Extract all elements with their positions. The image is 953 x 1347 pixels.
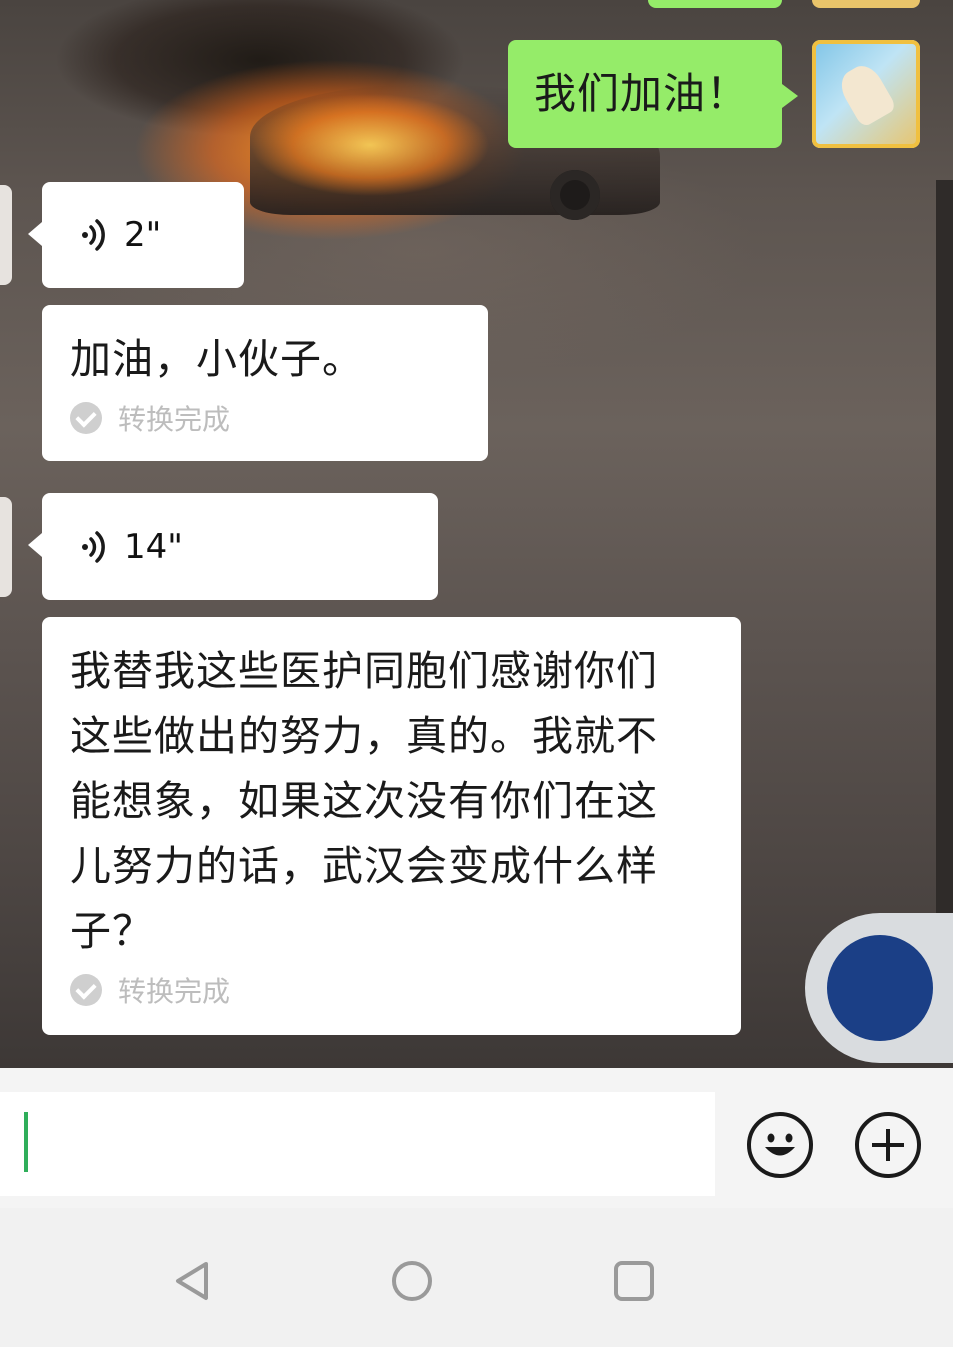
sent-message-text: 我们加油！: [534, 69, 750, 118]
voice-message-bubble[interactable]: 14": [28, 493, 438, 600]
conversion-status: 转换完成: [70, 970, 741, 1010]
more-button[interactable]: [855, 1112, 921, 1178]
home-circle-icon[interactable]: [389, 1258, 435, 1304]
voice-message-bubble[interactable]: 2": [28, 182, 244, 288]
recents-square-icon[interactable]: [611, 1258, 657, 1304]
transcript-bubble[interactable]: 我替我这些医护同胞们感谢你们 这些做出的努力，真的。我就不 能想象，如果这次没有…: [42, 617, 741, 1035]
voice-duration: 2": [124, 215, 162, 255]
voice-duration: 14": [124, 526, 183, 567]
back-triangle-icon[interactable]: [170, 1258, 216, 1304]
voice-wave-icon: [82, 530, 105, 563]
emoji-icon: [765, 1133, 795, 1156]
message-input[interactable]: [0, 1092, 715, 1196]
chat-area: 我们加油！ 2" 加油，小伙子。 转换完成 14" 我替我这些医护同胞们感谢你们…: [0, 0, 953, 1068]
check-circle-icon: [70, 402, 102, 434]
conversion-status: 转换完成: [70, 398, 488, 438]
emoji-button[interactable]: [747, 1112, 813, 1178]
text-caret: [24, 1112, 28, 1172]
conversion-status-text: 转换完成: [118, 975, 231, 1008]
input-bar: [0, 1068, 953, 1208]
sent-message-bubble[interactable]: 我们加油！: [508, 40, 798, 148]
previous-sent-bubble: [648, 0, 782, 8]
transcript-line: 这些做出的努力，真的。我就不: [70, 712, 658, 760]
conversion-status-text: 转换完成: [118, 403, 231, 436]
background-photo-wheel: [550, 170, 600, 220]
avatar-plane-image: [834, 59, 898, 129]
system-nav-bar: [0, 1208, 953, 1347]
transcript-line: 儿努力的话，武汉会变成什么样: [70, 842, 658, 890]
transcript-bubble[interactable]: 加油，小伙子。 转换完成: [42, 305, 488, 461]
transcript-line: 我替我这些医护同胞们感谢你们: [70, 647, 658, 695]
contact-avatar[interactable]: [0, 185, 12, 285]
contact-avatar[interactable]: [0, 497, 12, 597]
transcript-text: 加油，小伙子。: [70, 335, 364, 383]
previous-avatar: [812, 0, 920, 8]
voice-wave-icon: [82, 219, 105, 251]
transcript-line: 能想象，如果这次没有你们在这: [70, 777, 658, 825]
check-circle-icon: [70, 974, 102, 1006]
transcript-line: 子？: [70, 907, 154, 955]
watermark-logo: [827, 935, 933, 1041]
watermark-badge: [805, 913, 953, 1063]
my-avatar[interactable]: [812, 40, 920, 148]
